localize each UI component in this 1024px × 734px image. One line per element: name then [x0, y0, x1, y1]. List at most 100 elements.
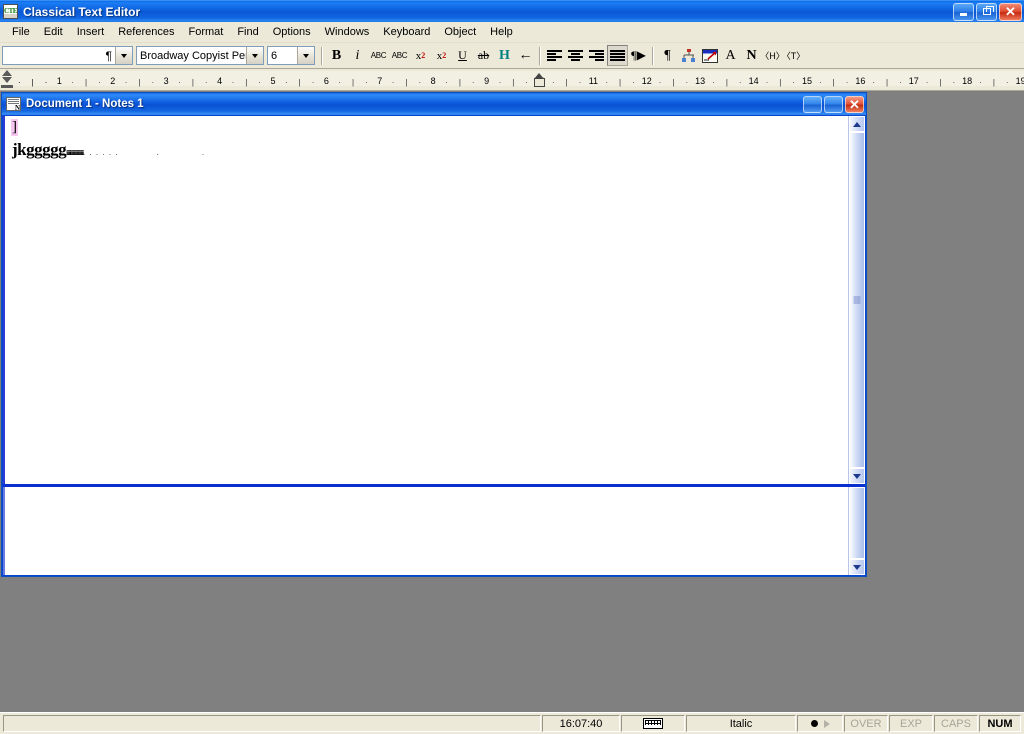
align-left-button[interactable]	[544, 45, 565, 66]
scroll-track[interactable]	[849, 487, 865, 559]
document-minimize-button[interactable]	[803, 95, 822, 113]
ruler-minor-mark: ·	[18, 78, 21, 87]
ruler-minor-mark: ·	[952, 78, 956, 87]
align-right-button[interactable]	[586, 45, 607, 66]
ruler-minor-mark: |	[779, 78, 782, 87]
horizontal-ruler[interactable]: 1·|·2·|·3·|·4·|·5·|·6·|·7·|·8·|·9·|·10·|…	[0, 69, 1024, 91]
ruler-minor-mark: |	[619, 78, 622, 87]
document-maximize-button[interactable]	[824, 95, 843, 113]
back-arrow-icon[interactable]: ←	[515, 45, 536, 66]
menu-object[interactable]: Object	[437, 24, 483, 40]
ruler-tick-4: 4	[217, 76, 223, 86]
menu-file[interactable]: File	[5, 24, 37, 40]
minimize-button[interactable]	[953, 2, 974, 21]
status-expert: EXP	[889, 715, 933, 732]
main-pane-scrollbar[interactable]	[848, 116, 865, 484]
toolbar-separator	[652, 46, 654, 65]
font-name-value: Broadway Copyist Per	[140, 49, 246, 62]
chevron-down-icon[interactable]	[246, 47, 263, 64]
document-close-button[interactable]: ✕	[845, 95, 864, 113]
tree-icon	[682, 49, 695, 62]
app-title: Classical Text Editor	[23, 4, 141, 19]
menu-edit[interactable]: Edit	[37, 24, 70, 40]
chevron-down-icon[interactable]	[297, 47, 314, 64]
paragraph-style-combo[interactable]: ¶	[2, 46, 133, 65]
ruler-tick-17: 17	[908, 76, 919, 86]
chevron-down-icon[interactable]	[115, 47, 132, 64]
show-formatting-marks-button[interactable]: ¶	[657, 45, 678, 66]
menu-insert[interactable]: Insert	[70, 24, 112, 40]
all-caps-button[interactable]: ABC	[389, 45, 410, 66]
ruler-minor-mark: ·	[338, 78, 342, 87]
ruler-minor-mark: ·	[578, 78, 582, 87]
status-keyboard[interactable]	[621, 715, 685, 732]
left-indent-marker[interactable]	[1, 70, 13, 88]
ruler-tick-14: 14	[748, 76, 759, 86]
note-button[interactable]: N	[741, 45, 762, 66]
scroll-track[interactable]	[849, 132, 865, 468]
ruler-minor-mark: ·	[1005, 78, 1009, 87]
text-tag-button[interactable]: 〈T〉	[782, 45, 806, 66]
ruler-minor-mark: |	[298, 78, 301, 87]
insert-image-button[interactable]	[699, 45, 720, 66]
status-time: 16:07:40	[542, 715, 620, 732]
scroll-down-button[interactable]	[849, 468, 865, 484]
menu-references[interactable]: References	[111, 24, 181, 40]
superscript-button[interactable]: x2	[410, 45, 431, 66]
menu-find[interactable]: Find	[230, 24, 265, 40]
status-macro-indicators[interactable]	[797, 715, 843, 732]
ruler-minor-mark: ·	[765, 78, 769, 87]
pilcrow-icon: ¶	[105, 48, 112, 63]
menu-bar: File Edit Insert References Format Find …	[0, 22, 1024, 43]
italic-button[interactable]: i	[347, 45, 368, 66]
ruler-minor-mark: ·	[632, 78, 635, 87]
ruler-minor-mark: |	[191, 78, 194, 87]
strikethrough-button[interactable]: ab	[473, 45, 494, 66]
notes-pane	[3, 487, 865, 575]
align-center-icon	[568, 49, 583, 62]
right-indent-marker[interactable]	[534, 73, 545, 87]
scroll-thumb[interactable]	[849, 132, 865, 468]
ruler-tick-6: 6	[323, 76, 329, 86]
ruler-minor-mark: ·	[124, 78, 128, 87]
menu-windows[interactable]: Windows	[318, 24, 377, 40]
font-dialog-button[interactable]: A	[720, 45, 741, 66]
restore-button[interactable]	[976, 2, 997, 21]
ruler-minor-mark: ·	[658, 78, 662, 87]
subscript-button[interactable]: x2	[431, 45, 452, 66]
scroll-thumb[interactable]	[849, 487, 865, 559]
ruler-minor-mark: ·	[98, 78, 101, 87]
text-editing-area[interactable]: ] jkgggggiiiiiiiiiiiiiii. . . . . ...	[3, 116, 848, 484]
document-line-1: ]	[11, 119, 18, 136]
small-caps-button[interactable]: ABC	[368, 45, 389, 66]
font-size-combo[interactable]: 6	[267, 46, 315, 65]
status-style-mode: Italic	[686, 715, 796, 732]
ruler-minor-mark: ·	[391, 78, 395, 87]
highlight-button[interactable]: H	[494, 45, 515, 66]
scroll-up-button[interactable]	[849, 116, 865, 132]
structure-tree-button[interactable]	[678, 45, 699, 66]
underline-button[interactable]: U	[452, 45, 473, 66]
text-direction-button[interactable]: ¶▶	[628, 45, 649, 66]
app-icon: CTE	[3, 4, 18, 19]
header-tag-button[interactable]: 〈H〉	[760, 45, 785, 66]
text-direction-icon: ¶▶	[631, 48, 646, 62]
notes-editing-area[interactable]	[3, 487, 848, 575]
menu-keyboard[interactable]: Keyboard	[376, 24, 437, 40]
bold-button[interactable]: B	[326, 45, 347, 66]
menu-help[interactable]: Help	[483, 24, 520, 40]
menu-options[interactable]: Options	[266, 24, 318, 40]
font-name-combo[interactable]: Broadway Copyist Per	[136, 46, 264, 65]
align-center-button[interactable]	[565, 45, 586, 66]
ruler-tick-19: 19	[1015, 76, 1024, 86]
ruler-minor-mark: ·	[979, 78, 982, 87]
ruler-minor-mark: ·	[712, 78, 715, 87]
close-button[interactable]: ✕	[999, 2, 1022, 21]
scroll-down-button[interactable]	[849, 559, 865, 575]
align-justify-button[interactable]	[607, 45, 628, 66]
letter-n-icon: N	[746, 47, 757, 63]
menu-format[interactable]: Format	[181, 24, 230, 40]
font-size-value: 6	[271, 49, 278, 62]
ruler-minor-mark: ·	[445, 78, 448, 87]
notes-pane-scrollbar[interactable]	[848, 487, 865, 575]
